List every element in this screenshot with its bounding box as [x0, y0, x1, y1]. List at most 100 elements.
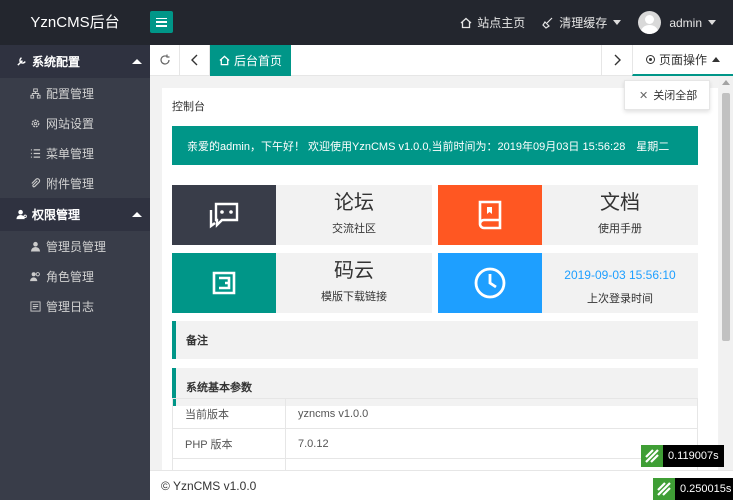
user-key-icon [16, 209, 27, 220]
dashboard-card: 控制台 亲爱的admin，下午好！ 欢迎使用YznCMS v1.0.0,当前时间… [162, 88, 718, 470]
tab-home-label: 后台首页 [233, 54, 282, 68]
chevron-right-icon [614, 54, 621, 66]
sidebar-item-label: 网站设置 [46, 116, 95, 131]
sidebar-item-logs[interactable]: 管理日志 [0, 291, 150, 321]
tile-subtitle: 交流社区 [332, 223, 376, 235]
docs-tile[interactable]: 文档 使用手册 [438, 185, 698, 245]
book-icon [438, 185, 542, 245]
page-title: 控制台 [172, 101, 205, 113]
sidebar-item-label: 管理日志 [46, 299, 95, 314]
tile-subtitle: 使用手册 [598, 223, 642, 235]
tab-next-button[interactable] [601, 45, 632, 75]
param-value: 7.0.12 [285, 428, 698, 459]
chevron-up-icon [132, 59, 142, 64]
sidebar-group-system-config[interactable]: 系统配置 [0, 45, 150, 78]
tile-title: 文档 [600, 192, 640, 214]
param-value: yzncms v1.0.0 [285, 398, 698, 429]
refresh-button[interactable] [150, 45, 180, 75]
tile-subtitle: 模版下载链接 [321, 291, 387, 303]
gitee-tile[interactable]: 码云 模版下载链接 [172, 253, 432, 313]
param-value [285, 458, 698, 470]
sitemap-icon [30, 87, 41, 99]
scroll-up-icon[interactable] [722, 80, 730, 85]
chevron-down-icon [613, 20, 622, 25]
clear-cache-label: 清理缓存 [559, 16, 608, 30]
log-icon [30, 300, 41, 312]
chevron-left-icon [190, 54, 197, 66]
close-all-label: 关闭全部 [653, 90, 698, 102]
list-icon [30, 148, 41, 158]
sidebar-item-label: 管理员管理 [46, 239, 107, 254]
wrench-icon [17, 57, 26, 66]
scrollbar[interactable] [719, 76, 733, 470]
footer: © YznCMS v1.0.0 [150, 470, 733, 500]
home-icon [219, 55, 230, 66]
tile-title: 论坛 [334, 192, 374, 214]
hamburger-icon [156, 17, 167, 27]
timing-badge[interactable]: 0.250015s [653, 478, 733, 500]
gear-icon [31, 119, 40, 127]
site-home-link[interactable]: 站点主页 [460, 14, 525, 31]
param-key [172, 458, 286, 470]
tab-home[interactable]: 后台首页 [210, 45, 291, 76]
page-operations-label: 页面操作 [658, 53, 707, 67]
user-name: admin [669, 15, 702, 30]
sidebar-item-config[interactable]: 配置管理 [0, 78, 150, 108]
last-login-tile: 2019-09-03 15:56:10 上次登录时间 [438, 253, 698, 313]
menu-toggle-button[interactable] [150, 11, 173, 33]
sidebar-item-label: 菜单管理 [46, 146, 95, 161]
sidebar-group-label: 权限管理 [32, 208, 81, 222]
thinkphp-logo-icon [653, 478, 675, 500]
page-operations-menu[interactable]: 页面操作 [632, 45, 733, 76]
tabs-bar: 后台首页 页面操作 [150, 45, 733, 76]
table-row [172, 458, 698, 470]
close-all-tabs-item[interactable]: ✕ 关闭全部 [624, 80, 710, 110]
sidebar-group-permissions[interactable]: 权限管理 [0, 198, 150, 231]
param-key: 当前版本 [172, 398, 286, 429]
sidebar-item-menu[interactable]: 菜单管理 [0, 138, 150, 168]
clear-cache-menu[interactable]: 清理缓存 [542, 14, 622, 31]
main-content: 控制台 亲爱的admin，下午好！ 欢迎使用YznCMS v1.0.0,当前时间… [150, 76, 733, 470]
chevron-down-icon [708, 20, 716, 25]
param-key: PHP 版本 [172, 428, 286, 459]
chevron-up-icon [712, 57, 720, 62]
tab-prev-button[interactable] [180, 45, 210, 75]
thinkphp-logo-icon [641, 445, 663, 467]
user-menu[interactable]: admin [638, 11, 716, 34]
notes-section-header: 备注 [172, 321, 698, 359]
user-icon [30, 241, 41, 252]
sidebar-item-label: 附件管理 [46, 176, 95, 191]
header-nav: 站点主页 清理缓存 admin [460, 0, 733, 45]
sidebar-group-label: 系统配置 [32, 55, 81, 69]
welcome-banner: 亲爱的admin，下午好！ 欢迎使用YznCMS v1.0.0,当前时间为：20… [172, 126, 698, 165]
broom-icon [542, 17, 553, 29]
table-row: PHP 版本 7.0.12 [172, 428, 698, 459]
clock-icon [438, 253, 542, 313]
sidebar-item-roles[interactable]: 角色管理 [0, 261, 150, 291]
timing-value: 0.250015s [675, 478, 733, 500]
top-header: YznCMS后台 站点主页 清理缓存 admin [0, 0, 733, 45]
site-home-label: 站点主页 [477, 16, 526, 30]
table-row: 当前版本 yzncms v1.0.0 [172, 398, 698, 429]
home-icon [460, 17, 472, 28]
system-params-table: 当前版本 yzncms v1.0.0 PHP 版本 7.0.12 [172, 398, 698, 470]
sidebar-item-label: 角色管理 [46, 269, 95, 284]
timing-value: 0.119007s [663, 445, 724, 467]
users-icon [30, 271, 40, 281]
tile-title: 码云 [334, 260, 374, 282]
paperclip-icon [31, 177, 41, 187]
close-icon: ✕ [639, 89, 649, 102]
sidebar-item-admins[interactable]: 管理员管理 [0, 231, 150, 261]
sidebar-item-website-settings[interactable]: 网站设置 [0, 108, 150, 138]
logo[interactable]: YznCMS后台 [0, 0, 150, 45]
sidebar-item-attachments[interactable]: 附件管理 [0, 168, 150, 198]
target-icon [645, 55, 655, 64]
forum-tile[interactable]: 论坛 交流社区 [172, 185, 432, 245]
scrollbar-thumb[interactable] [722, 93, 730, 341]
sidebar-item-label: 配置管理 [46, 86, 95, 101]
avatar [638, 11, 662, 34]
chat-icon [172, 185, 276, 245]
chevron-up-icon [132, 212, 142, 217]
timing-badge[interactable]: 0.119007s [641, 445, 724, 467]
tile-subtitle: 上次登录时间 [587, 293, 653, 305]
